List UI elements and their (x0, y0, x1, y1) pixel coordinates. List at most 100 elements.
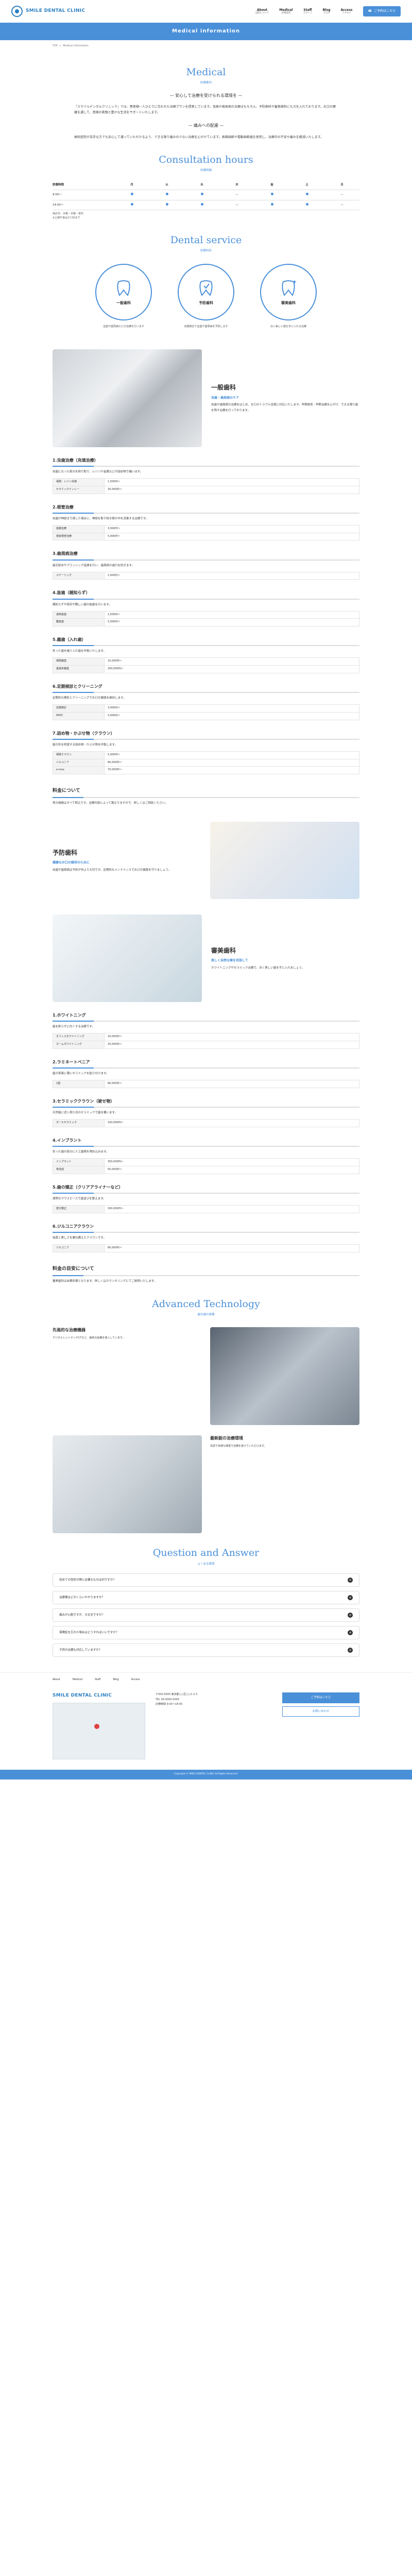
open-dot-icon (305, 193, 308, 196)
general-card: 一般歯科 虫歯・歯周病のケア 虫歯や歯周病の治療をはじめ、お口のトラブル全般に対… (53, 349, 359, 447)
aesthetic-section: 審美歯科 美しく自然な歯を目指して ホワイトニングやセラミック治療で、白く美しい… (53, 914, 359, 1284)
faq-item[interactable]: 保険証を忘れた場合はどうすればいいですか？ + (53, 1626, 359, 1640)
open-dot-icon (165, 193, 168, 196)
price-row: 保険義歯 10,000円～ (53, 657, 359, 666)
price-value: 25,000円～ (104, 1041, 359, 1049)
copyright: Copyright © SMILE DENTAL CLINIC All Righ… (0, 1770, 412, 1780)
hours-cell (114, 200, 149, 211)
price-label: 保険クラウン (53, 751, 105, 759)
service-circle: 審美歯科 (260, 263, 317, 320)
price-value: 80,000円～ (104, 1080, 359, 1088)
price-table: 保険義歯 10,000円～ 金属床義歯 200,000円～ (53, 657, 359, 673)
hours-row: 9:00～ — — (53, 190, 359, 200)
price-table: 1歯 80,000円～ (53, 1080, 359, 1088)
price-item: 3.歯周病治療 歯石除去やブラッシング指導を行い、歯周病の進行を防ぎます。 スケーリ… (53, 551, 359, 580)
price-value: 20,000円～ (104, 1033, 359, 1042)
service-desc: 定期検診で虫歯や歯周病を予防します (184, 325, 228, 328)
footer-tel: TEL 00-0000-0000 (156, 1698, 180, 1701)
service-aesthetic[interactable]: 審美歯科 白く美しい歯を手に入れる治療 (260, 263, 317, 329)
hours-header: 水 (184, 180, 219, 191)
card-subtitle: 美しく自然な歯を目指して (211, 959, 248, 963)
price-label: 定期検診 (53, 704, 105, 713)
phone-icon: ☎ (368, 9, 372, 13)
faq-item[interactable]: 初めての受診の際に必要なものは何ですか？ + (53, 1573, 359, 1587)
price-label: 金属床義歯 (53, 665, 105, 673)
page-title: Medical information (172, 28, 240, 35)
reserve-button[interactable]: ☎ ご予約はこちら (363, 6, 401, 16)
service-label: 一般歯科 (116, 301, 131, 306)
footer-logo[interactable]: SMILE DENTAL CLINIC (53, 1692, 145, 1700)
hours-header: 月 (114, 180, 149, 191)
divider (53, 797, 359, 799)
footer-link[interactable]: Staff (95, 1678, 101, 1682)
footer-link[interactable]: Access (131, 1678, 140, 1682)
hours-cell (254, 200, 289, 211)
faq-item[interactable]: 子供の治療も対応していますか？ + (53, 1643, 359, 1657)
hours-cell: — (324, 190, 359, 200)
divider (53, 1021, 359, 1022)
aesthetic-items: 1.ホワイトニング 歯を削らずに白くする治療です。 オフィスホワイトニング 20,00… (53, 1012, 359, 1252)
logo-icon (11, 6, 23, 17)
footer-link[interactable]: Medical (73, 1678, 82, 1682)
breadcrumb-home[interactable]: TOP (53, 44, 58, 48)
hours-time: 9:00～ (53, 190, 114, 200)
open-dot-icon (200, 202, 203, 206)
footer-contact-button[interactable]: お問い合わせ (282, 1706, 359, 1717)
page: SMILE DENTAL CLINIC About 当院について Medical 診… (0, 0, 412, 1780)
hours-section: Consultation hours 診療時間 診療時間 月 火 水 木 金 土… (53, 152, 359, 211)
intro-paragraph-2: 歯科医院が苦手な方でも安心して通っていただけるよう、できる限り痛みの少ない治療を… (74, 135, 324, 139)
map[interactable] (53, 1703, 145, 1760)
price-row: ジルコニア 80,000円～ (53, 1244, 359, 1252)
nav-access[interactable]: Access アクセス (341, 8, 353, 15)
tech-body: 清潔で快適な環境で治療を受けていただけます。 (210, 1444, 267, 1448)
faq-section: Question and Answer よくある質問 初めての受診の際に必要なも… (53, 1546, 359, 1657)
item-title: 2.ラミネートベニア (53, 1059, 90, 1064)
price-row: 骨造成 50,000円～ (53, 1165, 359, 1174)
service-general[interactable]: 一般歯科 虫歯や歯周病などの治療を行います (95, 263, 152, 329)
fee-body: 表示価格はすべて税込です。治療内容によって異なりますので、詳しくはご相談ください… (53, 802, 168, 805)
service-desc: 虫歯や歯周病などの治療を行います (102, 325, 144, 328)
footer-link[interactable]: Blog (113, 1678, 119, 1682)
price-label: 骨造成 (53, 1165, 105, 1174)
faq-item[interactable]: 痛みが心配ですが、大丈夫ですか？ + (53, 1608, 359, 1622)
footer-link[interactable]: About (53, 1678, 60, 1682)
price-row: ジルコニア 80,000円～ (53, 758, 359, 767)
footer-reserve-button[interactable]: ご予約はこちら (282, 1692, 359, 1703)
hours-header: 診療時間 (53, 180, 114, 191)
faq-question: 痛みが心配ですが、大丈夫ですか？ (59, 1614, 105, 1617)
price-row: 難抜歯 5,000円～ (53, 618, 359, 627)
open-dot-icon (200, 193, 203, 196)
price-value: 200,000円～ (104, 665, 359, 673)
hours-header: 金 (254, 180, 289, 191)
tech-title: 先進的な治療機器 (53, 1328, 85, 1333)
sparkle-tooth-icon (282, 280, 297, 297)
price-row: 金属床義歯 200,000円～ (53, 665, 359, 673)
hours-cell (184, 200, 219, 211)
xray-image (210, 1327, 359, 1426)
nav-blog[interactable]: Blog ブログ (322, 8, 330, 15)
tech-body: デジタルレントゲンやCTなど、最新の設備を導入しています。 (53, 1336, 125, 1340)
item-title: 6.定期検診とクリーニング (53, 684, 102, 689)
price-value: 1,500円～ (104, 611, 359, 619)
plus-icon: + (348, 1595, 353, 1601)
price-value: 1,500円～ (104, 478, 359, 486)
hours-row: 14:00～ — — (53, 200, 359, 211)
faq-item[interactable]: 治療費はどのくらいかかりますか？ + (53, 1591, 359, 1605)
price-label: 部分矯正 (53, 1205, 105, 1213)
price-row: インプラント 350,000円～ (53, 1158, 359, 1166)
service-section: Dental service 診療科目 一般歯科 虫歯や歯周病などの治療を行いま… (53, 233, 359, 329)
logo[interactable]: SMILE DENTAL CLINIC (11, 6, 85, 17)
nav-about[interactable]: About 当院について (255, 8, 269, 15)
divider (53, 512, 359, 514)
nav-staff[interactable]: Staff スタッフ (303, 8, 312, 15)
aesthetic-card: 審美歯科 美しく自然な歯を目指して ホワイトニングやセラミック治療で、白く美しい… (53, 914, 359, 1003)
price-table: オールセラミック 100,000円～ (53, 1119, 359, 1127)
price-value: 5,000円～ (104, 618, 359, 627)
item-body: 歯の表面に薄いセラミックを貼り付けます。 (53, 1072, 109, 1076)
service-label: 審美歯科 (281, 301, 296, 306)
section-subtitle: 診療時間 (200, 169, 212, 173)
nav-medical[interactable]: Medical 診療案内 (279, 8, 293, 15)
price-row: 定期検診 3,000円～ (53, 704, 359, 713)
service-preventive[interactable]: 予防歯科 定期検診で虫歯や歯周病を予防します (178, 263, 234, 329)
price-table: スケーリング 2,000円～ (53, 571, 359, 580)
